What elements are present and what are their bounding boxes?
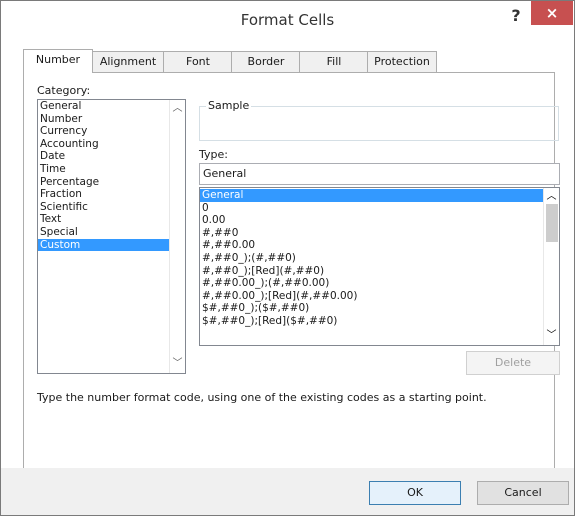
list-item[interactable]: Time xyxy=(38,163,185,176)
list-item[interactable]: Date xyxy=(38,150,185,163)
list-item[interactable]: $#,##0_);($#,##0) xyxy=(200,302,559,315)
list-item[interactable]: #,##0.00_);(#,##0.00) xyxy=(200,277,559,290)
scroll-thumb[interactable] xyxy=(546,204,558,242)
title-bar[interactable]: Format Cells ? × xyxy=(1,1,574,39)
format-scrollbar[interactable]: ︿ ﹀ xyxy=(543,188,559,345)
list-item[interactable]: Custom xyxy=(38,238,185,252)
list-item[interactable]: General xyxy=(38,100,185,113)
list-item[interactable]: Scientific xyxy=(38,201,185,214)
list-item[interactable]: #,##0.00_);[Red](#,##0.00) xyxy=(200,290,559,303)
cancel-button[interactable]: Cancel xyxy=(477,481,569,505)
close-button[interactable]: × xyxy=(531,1,573,25)
tab-font[interactable]: Font xyxy=(163,51,233,72)
format-code-list[interactable]: General 0 0.00 #,##0 #,##0.00 #,##0_);(#,##0)… xyxy=(199,187,560,346)
hint-text: Type the number format code, using one o… xyxy=(37,391,487,404)
list-item[interactable]: General xyxy=(200,189,559,202)
ok-button[interactable]: OK xyxy=(369,481,461,505)
list-item[interactable]: Accounting xyxy=(38,138,185,151)
tab-border[interactable]: Border xyxy=(231,51,301,72)
sample-group: Sample xyxy=(199,99,559,141)
type-input[interactable]: General xyxy=(199,163,560,185)
dialog-footer: OK Cancel xyxy=(1,468,574,515)
list-item[interactable]: Text xyxy=(38,213,185,226)
tab-fill[interactable]: Fill xyxy=(299,51,369,72)
list-item[interactable]: #,##0_);[Red](#,##0) xyxy=(200,265,559,278)
sample-label: Sample xyxy=(206,99,252,112)
tab-number[interactable]: Number xyxy=(23,49,93,73)
tab-alignment[interactable]: Alignment xyxy=(91,51,165,72)
list-item[interactable]: #,##0_);(#,##0) xyxy=(200,252,559,265)
list-item[interactable]: #,##0 xyxy=(200,227,559,240)
list-item[interactable]: Number xyxy=(38,113,185,126)
dialog-title: Format Cells xyxy=(240,11,335,29)
scroll-up-icon[interactable]: ︿ xyxy=(170,102,185,116)
category-scrollbar[interactable]: ︿ ﹀ xyxy=(169,100,185,373)
list-item[interactable]: Currency xyxy=(38,125,185,138)
category-list[interactable]: General Number Currency Accounting Date Time P… xyxy=(37,99,186,374)
scroll-down-icon[interactable]: ﹀ xyxy=(170,357,185,371)
tab-protection[interactable]: Protection xyxy=(367,51,437,72)
list-item[interactable]: 0 xyxy=(200,202,559,215)
list-item[interactable]: Percentage xyxy=(38,176,185,189)
number-tab-panel: Category: General Number Currency Accountin… xyxy=(23,72,560,470)
scroll-up-icon[interactable]: ︿ xyxy=(544,190,559,204)
list-item[interactable]: #,##0.00 xyxy=(200,239,559,252)
delete-button[interactable]: Delete xyxy=(466,351,560,375)
category-label: Category: xyxy=(37,84,91,97)
list-item[interactable]: $#,##0_);[Red]($#,##0) xyxy=(200,315,559,328)
list-item[interactable]: 0.00 xyxy=(200,214,559,227)
list-item[interactable]: Special xyxy=(38,226,185,239)
scroll-down-icon[interactable]: ﹀ xyxy=(544,329,559,343)
type-label: Type: xyxy=(199,148,228,161)
format-cells-dialog: Format Cells ? × Number Alignment Font B… xyxy=(0,0,575,516)
list-item[interactable]: Fraction xyxy=(38,188,185,201)
help-button[interactable]: ? xyxy=(505,5,527,27)
